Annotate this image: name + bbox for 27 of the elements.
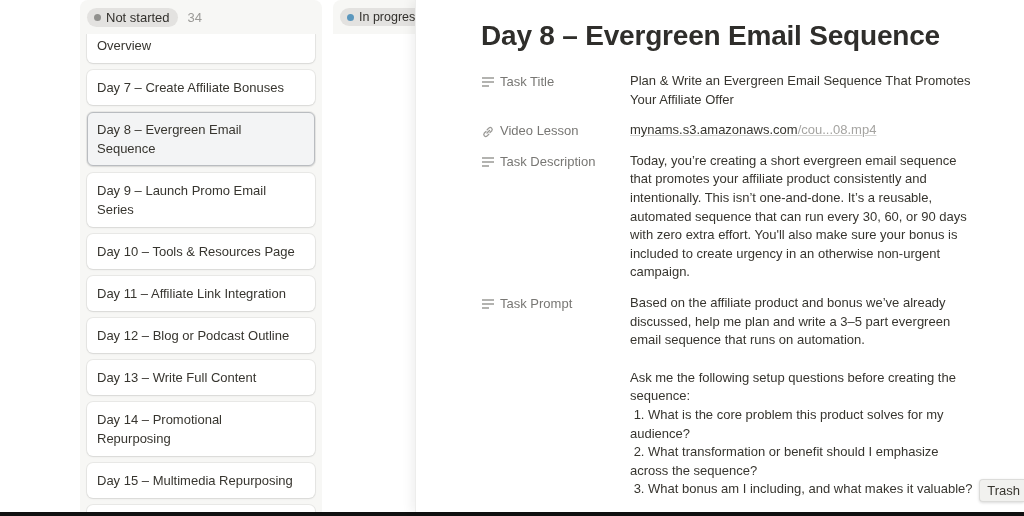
task-card[interactable]: Day 7 – Create Affiliate Bonuses bbox=[87, 70, 315, 105]
property-label: Task Title bbox=[500, 74, 555, 89]
task-card[interactable]: Day 8 – Evergreen Email Sequence bbox=[87, 112, 315, 166]
tooltip: Trash bbox=[979, 479, 1024, 502]
task-card[interactable]: Day 11 – Affiliate Link Integration bbox=[87, 276, 315, 311]
property-value: Today, you’re creating a short evergreen email sequence that promotes your affiliate product consistently and intentionally. This isn’t one-and-done. It’s a reusable, automated sequence that can run every 30, 60, or 90 days with zero extra effort. You'll also make sure your bonus is included to create urgency in an otherwise non-urgent campaign. bbox=[630, 151, 968, 282]
property-label: Task Description bbox=[500, 153, 596, 169]
property-value: 3. What bonus am I including, and what makes it valuable? bbox=[632, 480, 974, 499]
property-label: Task Prompt bbox=[500, 295, 573, 311]
task-card[interactable]: Day 15 – Multimedia Repurposing bbox=[87, 463, 315, 498]
status-tag: In progres bbox=[340, 8, 415, 26]
property-value: 2. What transformation or benefit should I emphasize across the sequence? bbox=[630, 443, 940, 480]
task-card[interactable]: Day 9 – Launch Promo Email Series bbox=[87, 173, 315, 227]
task-card[interactable]: Day 13 – Write Full Content bbox=[87, 360, 315, 395]
status-tag: Not started bbox=[87, 7, 178, 27]
card-count: 34 bbox=[187, 9, 203, 25]
page-title: Day 8 – Evergreen Email Sequence bbox=[481, 20, 941, 52]
task-card[interactable]: Day 12 – Blog or Podcast Outline bbox=[87, 318, 315, 353]
property-value: Ask me the following setup questions before creating the sequence: bbox=[630, 368, 957, 406]
task-card[interactable]: Overview bbox=[87, 34, 315, 63]
property-value: Based on the affiliate product and bonus we’ve already discussed, help me plan and write a 3–5 part evergreen email sequence that runs on automation. bbox=[630, 293, 952, 350]
video-link[interactable]: mynams.s3.amazonaws.com/cou...08.mp4 bbox=[630, 122, 877, 138]
task-card[interactable]: Day 14 – Promotional Repurposing bbox=[87, 402, 315, 456]
task-card[interactable]: Day 10 – Tools & Resources Page bbox=[87, 234, 315, 269]
property-value: 1. What is the core problem this product solves for my audience? bbox=[630, 405, 945, 443]
property-label: Video Lesson bbox=[500, 123, 579, 139]
property-value: Plan & Write an Evergreen Email Sequence That Promotes Your Affiliate Offer bbox=[630, 72, 972, 109]
